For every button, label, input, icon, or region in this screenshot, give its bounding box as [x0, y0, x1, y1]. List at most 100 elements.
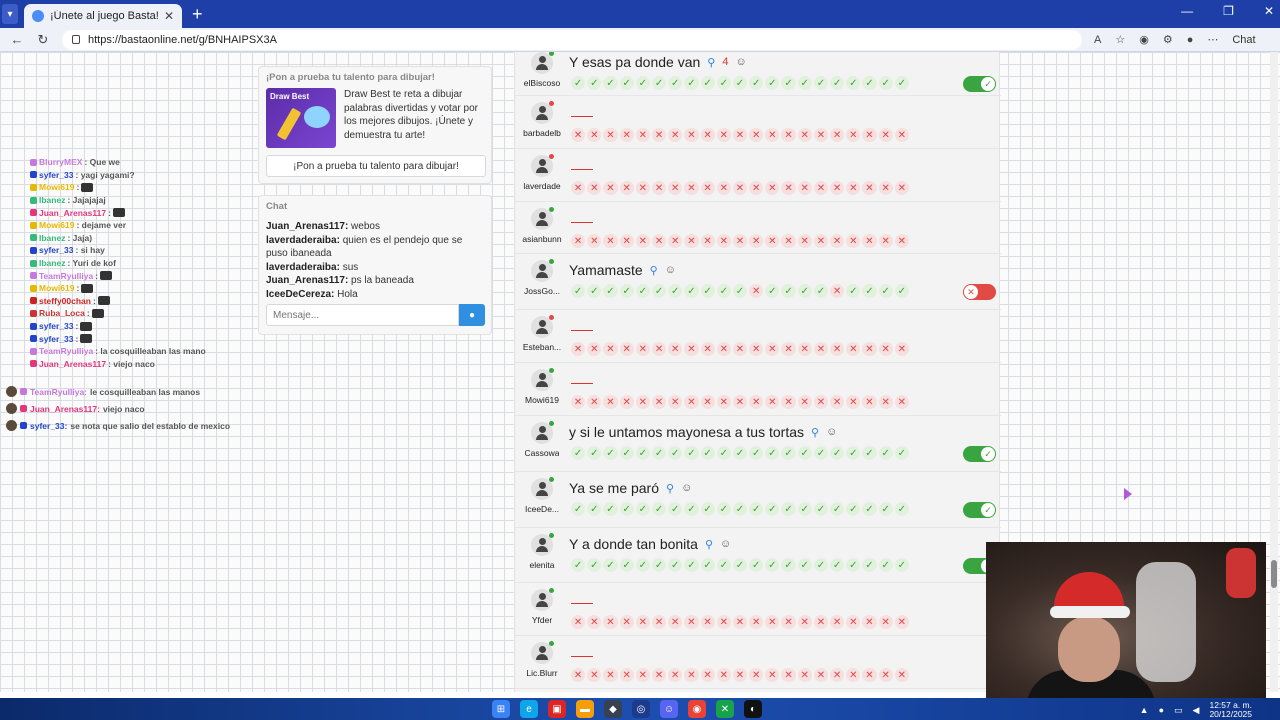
page-scrollbar[interactable] — [1270, 52, 1278, 692]
vote-valid-icon: ✓ — [619, 446, 634, 460]
vote-valid-icon: ✓ — [862, 502, 877, 516]
vote-invalid-icon: ✕ — [830, 128, 845, 142]
window-close-icon[interactable]: ✕ — [1264, 4, 1274, 18]
tray-chevron-icon[interactable]: ▲ — [1140, 705, 1149, 715]
react-emoji-icon[interactable]: ☺ — [735, 56, 746, 68]
tab-actions-button[interactable]: ▾ — [2, 4, 18, 24]
chrome-icon[interactable]: ◉ — [688, 700, 706, 718]
new-tab-button[interactable]: + — [192, 4, 203, 25]
copilot-chat-button[interactable]: Chat — [1232, 34, 1255, 46]
overlay-chat-line: Ibanez: Jaja) — [30, 232, 290, 245]
vote-invalid-icon: ✕ — [878, 128, 893, 142]
vote-invalid-icon: ✕ — [765, 395, 780, 409]
search-icon[interactable]: ⚲ — [705, 538, 713, 551]
validity-toggle[interactable]: ✓ — [963, 502, 996, 518]
more-menu-icon[interactable]: ⋯ — [1207, 33, 1218, 46]
emote-icon — [80, 321, 93, 331]
vote-valid-icon: ✓ — [846, 446, 861, 460]
send-message-button[interactable]: ● — [459, 304, 485, 326]
chat-badge-icon — [30, 171, 37, 179]
vote-valid-icon: ✓ — [684, 446, 699, 460]
app-icon-2[interactable]: ◆ — [604, 700, 622, 718]
steam-icon[interactable]: ◎ — [632, 700, 650, 718]
profile-avatar[interactable]: ● — [1187, 34, 1194, 46]
app-icon[interactable]: ▣ — [548, 700, 566, 718]
vote-valid-icon: ✓ — [749, 558, 764, 572]
chat-message-input[interactable] — [266, 304, 459, 326]
vote-invalid-icon: ✕ — [587, 668, 602, 682]
vote-invalid-icon: ✕ — [830, 668, 845, 682]
back-icon[interactable]: ← — [10, 32, 24, 47]
url-field[interactable]: https://bastaonline.net/g/BNHAIPSX3A — [62, 29, 1082, 50]
vote-valid-icon: ✓ — [684, 76, 699, 90]
vote-invalid-icon: ✕ — [862, 128, 877, 142]
volume-icon[interactable]: ◀ — [1193, 705, 1200, 716]
vote-invalid-icon: ✕ — [749, 234, 764, 248]
search-icon[interactable]: ⚲ — [650, 264, 658, 277]
extensions-icon[interactable]: ⚙ — [1163, 33, 1173, 46]
validity-toggle[interactable]: ✓ — [963, 76, 996, 92]
search-icon[interactable]: ⚲ — [666, 482, 674, 495]
monitor-icon[interactable]: ▭ — [1174, 705, 1183, 716]
validity-toggle[interactable]: ✓ — [963, 446, 996, 462]
microphone-icon[interactable]: ● — [1159, 705, 1164, 715]
overlay-username: steffy00chan — [39, 295, 91, 306]
system-tray: ▲ ● ▭ ◀ 12:57 a. m. 20/12/2025 — [1140, 701, 1252, 719]
react-emoji-icon[interactable]: ☺ — [720, 538, 731, 550]
vote-valid-icon: ✓ — [862, 558, 877, 572]
answer-row: asianbunn ✕ ✕ ✕ ✕ ✕ ✕ ✕ ✕ ✕ ✕ ✕ ✕ ✕ ✕ ✕ ✕ ✕ ✕ ✕ ✕ ✕ — [515, 202, 1001, 254]
search-icon[interactable]: ⚲ — [707, 56, 715, 69]
react-emoji-icon[interactable]: ☺ — [826, 426, 837, 438]
file-explorer-icon[interactable]: ▬ — [576, 700, 594, 718]
vote-invalid-icon: ✕ — [700, 342, 715, 356]
refresh-icon[interactable]: ↻ — [36, 32, 50, 48]
vote-valid-icon: ✓ — [749, 502, 764, 516]
vote-invalid-icon: ✕ — [619, 615, 634, 629]
maximize-icon[interactable]: ❐ — [1223, 4, 1234, 18]
edge-icon[interactable]: e — [520, 700, 538, 718]
vote-invalid-icon: ✕ — [571, 395, 586, 409]
vote-valid-icon: ✓ — [635, 502, 650, 516]
vote-invalid-icon: ✕ — [700, 668, 715, 682]
extension-icon[interactable]: ◉ — [1139, 33, 1149, 46]
player-info: Lic.Blurr — [515, 641, 569, 678]
chat-header: Chat — [266, 201, 288, 212]
emote-icon — [91, 308, 104, 318]
read-aloud-icon[interactable]: A — [1094, 34, 1101, 46]
chat-username: Juan_Arenas117: — [266, 275, 349, 286]
vote-invalid-icon: ✕ — [765, 234, 780, 248]
search-icon[interactable]: ⚲ — [811, 426, 819, 439]
vote-valid-icon: ✓ — [651, 284, 667, 298]
minimize-icon[interactable]: — — [1181, 4, 1193, 18]
taskbar-clock[interactable]: 12:57 a. m. 20/12/2025 — [1209, 701, 1252, 719]
check-icon: ✓ — [981, 503, 995, 517]
vote-invalid-icon: ✕ — [651, 668, 667, 682]
vote-valid-icon: ✓ — [878, 558, 893, 572]
vote-invalid-icon: ✕ — [862, 234, 877, 248]
close-icon[interactable]: ✕ — [164, 9, 174, 23]
obs-icon[interactable]: ◐ — [744, 700, 762, 718]
vote-valid-icon: ✓ — [830, 446, 845, 460]
start-menu-icon[interactable]: ⊞ — [492, 700, 510, 718]
react-emoji-icon[interactable]: ☺ — [681, 482, 692, 494]
react-emoji-icon[interactable]: ☺ — [665, 264, 676, 276]
favorite-star-icon[interactable]: ☆ — [1115, 33, 1125, 46]
vote-valid-icon: ✓ — [587, 446, 602, 460]
draw-challenge-button[interactable]: ¡Pon a prueba tu talento para dibujar! — [266, 155, 486, 177]
window-controls: — ❐ ✕ — [1181, 4, 1274, 18]
scrollbar-thumb[interactable] — [1271, 560, 1277, 588]
vote-valid-icon: ✓ — [781, 76, 796, 90]
tab-basta[interactable]: ¡Únete al juego Basta! ✕ — [24, 4, 182, 28]
vote-valid-icon: ✓ — [765, 446, 780, 460]
validity-toggle[interactable]: ✕ — [963, 284, 996, 300]
vote-invalid-icon: ✕ — [668, 668, 683, 682]
discord-icon[interactable]: ☺ — [660, 700, 678, 718]
xbox-icon[interactable]: ✕ — [716, 700, 734, 718]
vote-valid-icon: ✓ — [765, 76, 780, 90]
vote-invalid-icon: ✕ — [862, 395, 877, 409]
answer-row: IceeDe... Ya se me paró ⚲ ☺ ✓ ✓ ✓ ✓ ✓ ✓ ✓ ✓ ✓ ✓ ✓ ✓ ✓ ✓ ✓ ✓… — [515, 472, 1001, 528]
draw-best-image[interactable]: Draw Best — [266, 88, 336, 148]
overlay-message: : — [76, 283, 80, 294]
player-name: elBiscoso — [523, 78, 561, 88]
vote-valid-icon: ✓ — [571, 558, 586, 572]
